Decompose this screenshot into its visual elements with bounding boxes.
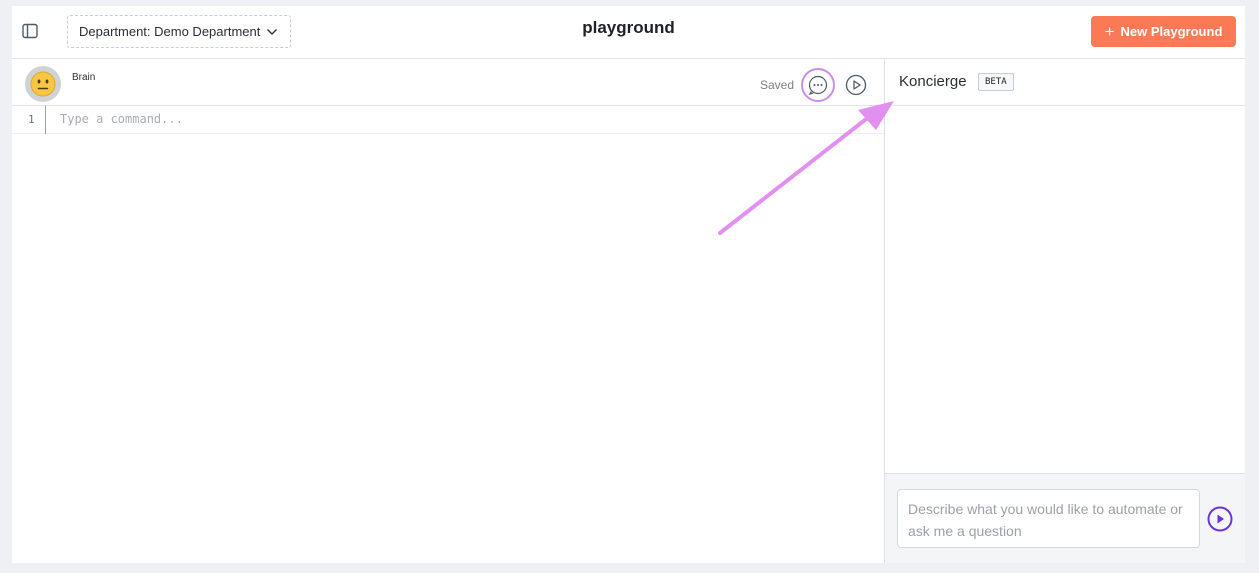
koncierge-input[interactable] bbox=[897, 489, 1200, 548]
line-number: 1 bbox=[28, 113, 35, 126]
avatar bbox=[25, 66, 61, 102]
new-playground-button[interactable]: + New Playground bbox=[1091, 16, 1236, 47]
koncierge-title: Koncierge bbox=[899, 73, 967, 90]
save-status: Saved bbox=[760, 78, 795, 92]
koncierge-composer bbox=[885, 473, 1245, 563]
editor-pane: Brain Saved 1 bbox=[12, 59, 884, 563]
send-button[interactable] bbox=[1207, 506, 1233, 532]
command-editor: 1 bbox=[12, 106, 884, 134]
editor-header: Brain Saved bbox=[12, 59, 884, 106]
koncierge-header: Koncierge BETA bbox=[885, 59, 1245, 106]
koncierge-panel: Koncierge BETA bbox=[885, 59, 1245, 563]
send-play-icon bbox=[1207, 506, 1233, 532]
editor-gutter bbox=[45, 106, 46, 134]
beta-badge: BETA bbox=[978, 73, 1014, 91]
chat-bubble-icon bbox=[808, 75, 828, 96]
chat-button[interactable] bbox=[801, 68, 835, 102]
command-input[interactable] bbox=[60, 108, 860, 130]
plus-icon: + bbox=[1104, 22, 1115, 41]
agent-name: Brain bbox=[72, 72, 96, 83]
neutral-face-icon bbox=[30, 71, 56, 97]
top-bar: Department: Demo Department playground +… bbox=[12, 6, 1245, 59]
new-playground-label: New Playground bbox=[1120, 24, 1223, 39]
run-button[interactable] bbox=[845, 74, 867, 96]
page-title: playground bbox=[582, 18, 675, 37]
app-window: Department: Demo Department playground +… bbox=[12, 6, 1245, 563]
play-circle-icon bbox=[845, 74, 867, 96]
